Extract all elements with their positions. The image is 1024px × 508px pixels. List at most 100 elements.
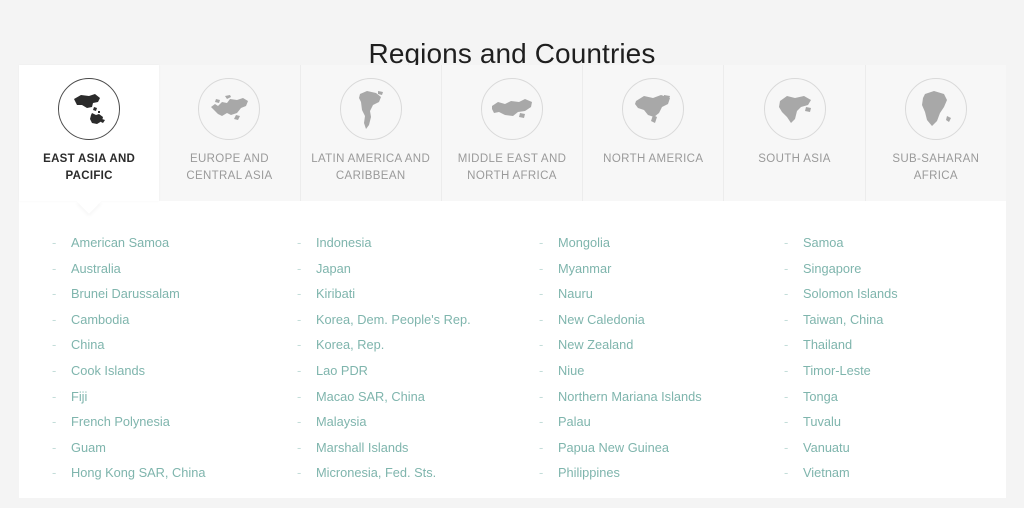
country-name: Vanuatu <box>803 439 850 455</box>
bullet-dash: - <box>784 362 789 378</box>
tab-sub-saharan-africa[interactable]: SUB-SAHARAN AFRICA <box>864 65 1006 201</box>
country-name: Micronesia, Fed. Sts. <box>316 465 437 481</box>
country-name: Myanmar <box>558 260 612 276</box>
country-link[interactable]: - China <box>52 332 289 358</box>
country-link[interactable]: - Macao SAR, China <box>297 384 531 410</box>
country-link[interactable]: - Niue <box>539 358 776 384</box>
country-name: Brunei Darussalam <box>71 286 180 302</box>
bullet-dash: - <box>539 337 544 353</box>
country-link[interactable]: - Thailand <box>784 332 986 358</box>
tab-middle-east-and-north-africa[interactable]: MIDDLE EAST AND NORTH AFRICA <box>440 65 582 201</box>
bullet-dash: - <box>539 286 544 302</box>
country-link[interactable]: - Malaysia <box>297 409 531 435</box>
country-name: China <box>71 337 105 353</box>
map-south-asia-icon <box>763 78 826 140</box>
bullet-dash: - <box>539 388 544 404</box>
country-link[interactable]: - Japan <box>297 256 531 282</box>
bullet-dash: - <box>297 439 302 455</box>
country-link[interactable]: - Palau <box>539 409 776 435</box>
country-name: Cook Islands <box>71 362 145 378</box>
country-link[interactable]: - Philippines <box>539 460 776 486</box>
country-link[interactable]: - Lao PDR <box>297 358 531 384</box>
country-link[interactable]: - Korea, Rep. <box>297 332 531 358</box>
country-link[interactable]: - Vanuatu <box>784 435 986 461</box>
country-name: Hong Kong SAR, China <box>71 465 206 481</box>
country-name: Japan <box>316 260 351 276</box>
bullet-dash: - <box>539 362 544 378</box>
country-name: Taiwan, China <box>803 311 884 327</box>
map-north-america-icon <box>622 78 685 140</box>
country-name: Tuvalu <box>803 414 841 430</box>
country-link[interactable]: - Tonga <box>784 384 986 410</box>
country-link[interactable]: - New Zealand <box>539 332 776 358</box>
country-link[interactable]: - Papua New Guinea <box>539 435 776 461</box>
country-link[interactable]: - American Samoa <box>52 230 289 256</box>
tab-label: EAST ASIA AND PACIFIC <box>43 153 136 182</box>
tab-label: EUROPE AND CENTRAL ASIA <box>186 153 273 182</box>
country-link[interactable]: - Kiribati <box>297 281 531 307</box>
bullet-dash: - <box>52 414 57 430</box>
bullet-dash: - <box>52 286 57 302</box>
country-link[interactable]: - Cambodia <box>52 307 289 333</box>
country-link[interactable]: - Vietnam <box>784 460 986 486</box>
region-tabs: EAST ASIA AND PACIFIC EUROPE AND CENTRAL… <box>19 65 1006 201</box>
country-column-3: - Mongolia - Myanmar - Nauru - New Caledonia… <box>539 230 784 486</box>
country-link[interactable]: - Australia <box>52 256 289 282</box>
bullet-dash: - <box>52 337 57 353</box>
bullet-dash: - <box>297 388 302 404</box>
tab-north-america[interactable]: NORTH AMERICA <box>582 65 723 201</box>
bullet-dash: - <box>539 465 544 481</box>
country-link[interactable]: - Tuvalu <box>784 409 986 435</box>
country-name: Tonga <box>803 388 838 404</box>
tab-label: NORTH AMERICA <box>603 153 704 165</box>
country-link[interactable]: - Mongolia <box>539 230 776 256</box>
country-link[interactable]: - Myanmar <box>539 256 776 282</box>
country-column-2: - Indonesia - Japan - Kiribati - Korea, Dem.… <box>297 230 539 486</box>
country-link[interactable]: - Northern Mariana Islands <box>539 384 776 410</box>
bullet-dash: - <box>297 337 302 353</box>
country-name: New Zealand <box>558 337 634 353</box>
bullet-dash: - <box>784 414 789 430</box>
tab-east-asia-and-pacific[interactable]: EAST ASIA AND PACIFIC <box>19 65 160 201</box>
country-link[interactable]: - Korea, Dem. People's Rep. <box>297 307 531 333</box>
bullet-dash: - <box>297 260 302 276</box>
bullet-dash: - <box>297 362 302 378</box>
country-link[interactable]: - Timor-Leste <box>784 358 986 384</box>
country-link[interactable]: - Solomon Islands <box>784 281 986 307</box>
country-link[interactable]: - Singapore <box>784 256 986 282</box>
country-name: Marshall Islands <box>316 439 409 455</box>
tab-label: SUB-SAHARAN AFRICA <box>892 153 980 182</box>
map-europe-central-asia-icon <box>198 78 261 140</box>
bullet-dash: - <box>52 311 57 327</box>
tab-latin-america-and-caribbean[interactable]: LATIN AMERICA AND CARIBBEAN <box>299 65 441 201</box>
country-link[interactable]: - Micronesia, Fed. Sts. <box>297 460 531 486</box>
country-name: Nauru <box>558 286 593 302</box>
country-link[interactable]: - Indonesia <box>297 230 531 256</box>
country-name: Fiji <box>71 388 88 404</box>
country-link[interactable]: - Samoa <box>784 230 986 256</box>
tab-south-asia[interactable]: SOUTH ASIA <box>723 65 864 201</box>
country-link[interactable]: - French Polynesia <box>52 409 289 435</box>
bullet-dash: - <box>52 362 57 378</box>
country-link[interactable]: - New Caledonia <box>539 307 776 333</box>
country-link[interactable]: - Marshall Islands <box>297 435 531 461</box>
country-column-1: - American Samoa - Australia - Brunei Darus… <box>52 230 297 486</box>
bullet-dash: - <box>784 235 789 250</box>
country-column-4: - Samoa - Singapore - Solomon Islands - Taiw… <box>784 230 994 486</box>
tab-europe-and-central-asia[interactable]: EUROPE AND CENTRAL ASIA <box>159 65 299 201</box>
bullet-dash: - <box>539 235 544 250</box>
country-link[interactable]: - Brunei Darussalam <box>52 281 289 307</box>
country-link[interactable]: - Cook Islands <box>52 358 289 384</box>
bullet-dash: - <box>539 260 544 276</box>
country-name: Thailand <box>803 337 853 353</box>
bullet-dash: - <box>784 260 789 276</box>
country-link[interactable]: - Taiwan, China <box>784 307 986 333</box>
country-link[interactable]: - Hong Kong SAR, China <box>52 460 289 486</box>
country-name: Macao SAR, China <box>316 388 425 404</box>
bullet-dash: - <box>297 286 302 302</box>
country-link[interactable]: - Nauru <box>539 281 776 307</box>
country-link[interactable]: - Fiji <box>52 384 289 410</box>
country-name: Solomon Islands <box>803 286 898 302</box>
country-name: Philippines <box>558 465 620 481</box>
country-link[interactable]: - Guam <box>52 435 289 461</box>
